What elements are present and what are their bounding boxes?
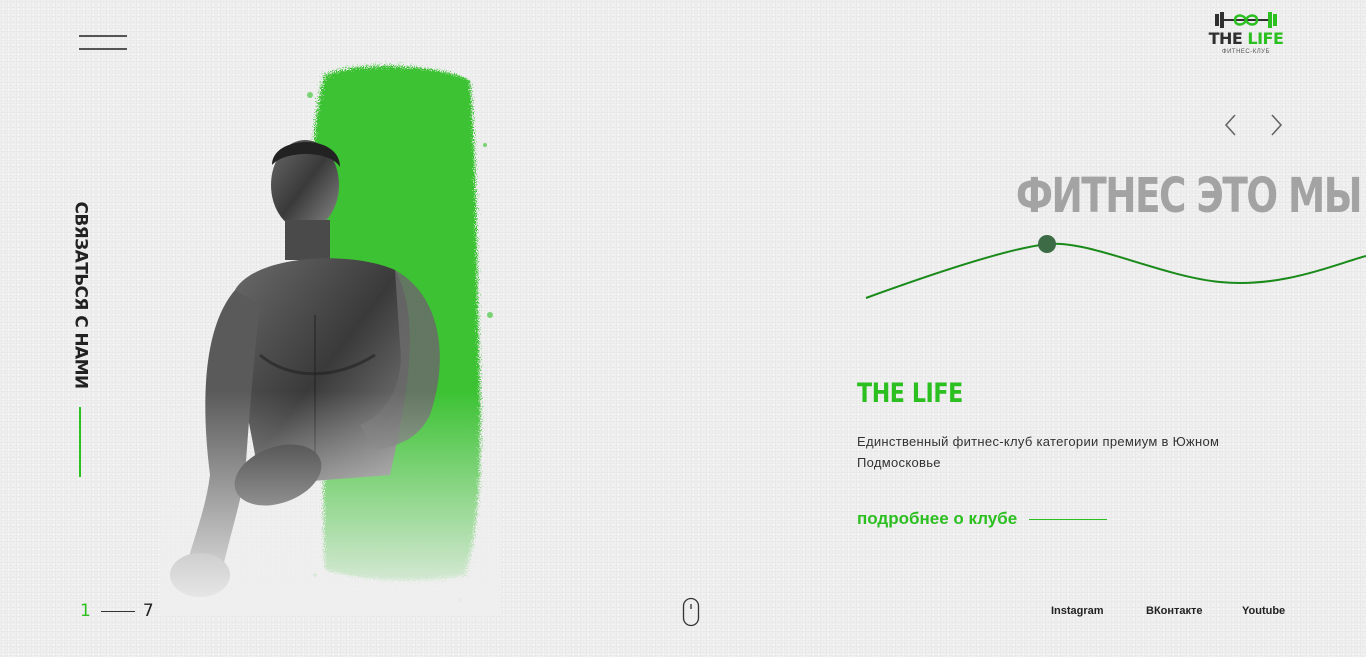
dumbbell-icon	[1215, 12, 1277, 28]
wave-dot	[1038, 235, 1056, 253]
chevron-right-icon[interactable]	[1265, 112, 1287, 138]
hero-headline: ФИТНЕС ЭТО МЫ	[1015, 168, 1363, 224]
contact-accent-line	[79, 407, 81, 477]
pager-divider	[100, 610, 135, 612]
more-about-club-link[interactable]: подробнее о клубе	[857, 509, 1108, 529]
social-link-youtube[interactable]: Youtube	[1242, 605, 1285, 617]
logo-subtitle: ФИТНЕС-КЛУБ	[1222, 49, 1270, 55]
social-link-vkontakte[interactable]: ВКонтакте	[1146, 605, 1203, 617]
contact-us-label: СВЯЗАТЬСЯ С НАМИ	[71, 201, 91, 389]
decorative-wave	[865, 235, 1366, 299]
link-underline	[1029, 518, 1108, 520]
hamburger-line	[79, 48, 127, 50]
slide-pager: 1 7	[80, 600, 154, 622]
logo-name: THE LIFE	[1196, 30, 1296, 48]
club-description: Единственный фитнес-клуб категории преми…	[857, 434, 1220, 470]
mouse-icon[interactable]	[682, 597, 700, 627]
logo-word-the: THE	[1208, 29, 1243, 48]
social-link-instagram[interactable]: Instagram	[1051, 605, 1104, 617]
hamburger-line	[79, 35, 127, 37]
hero-athlete-image	[160, 55, 500, 615]
logo-word-life: LIFE	[1247, 29, 1284, 48]
chevron-left-icon[interactable]	[1220, 112, 1242, 138]
pager-total: 7	[142, 601, 154, 621]
club-title: THE LIFE	[857, 378, 963, 409]
contact-us-link[interactable]: СВЯЗАТЬСЯ С НАМИ	[66, 201, 96, 388]
pager-current: 1	[80, 601, 91, 621]
logo[interactable]: THE LIFE ФИТНЕС-КЛУБ	[1196, 10, 1296, 64]
hamburger-menu-button[interactable]	[79, 33, 127, 53]
more-about-club-label: подробнее о клубе	[857, 509, 1018, 528]
